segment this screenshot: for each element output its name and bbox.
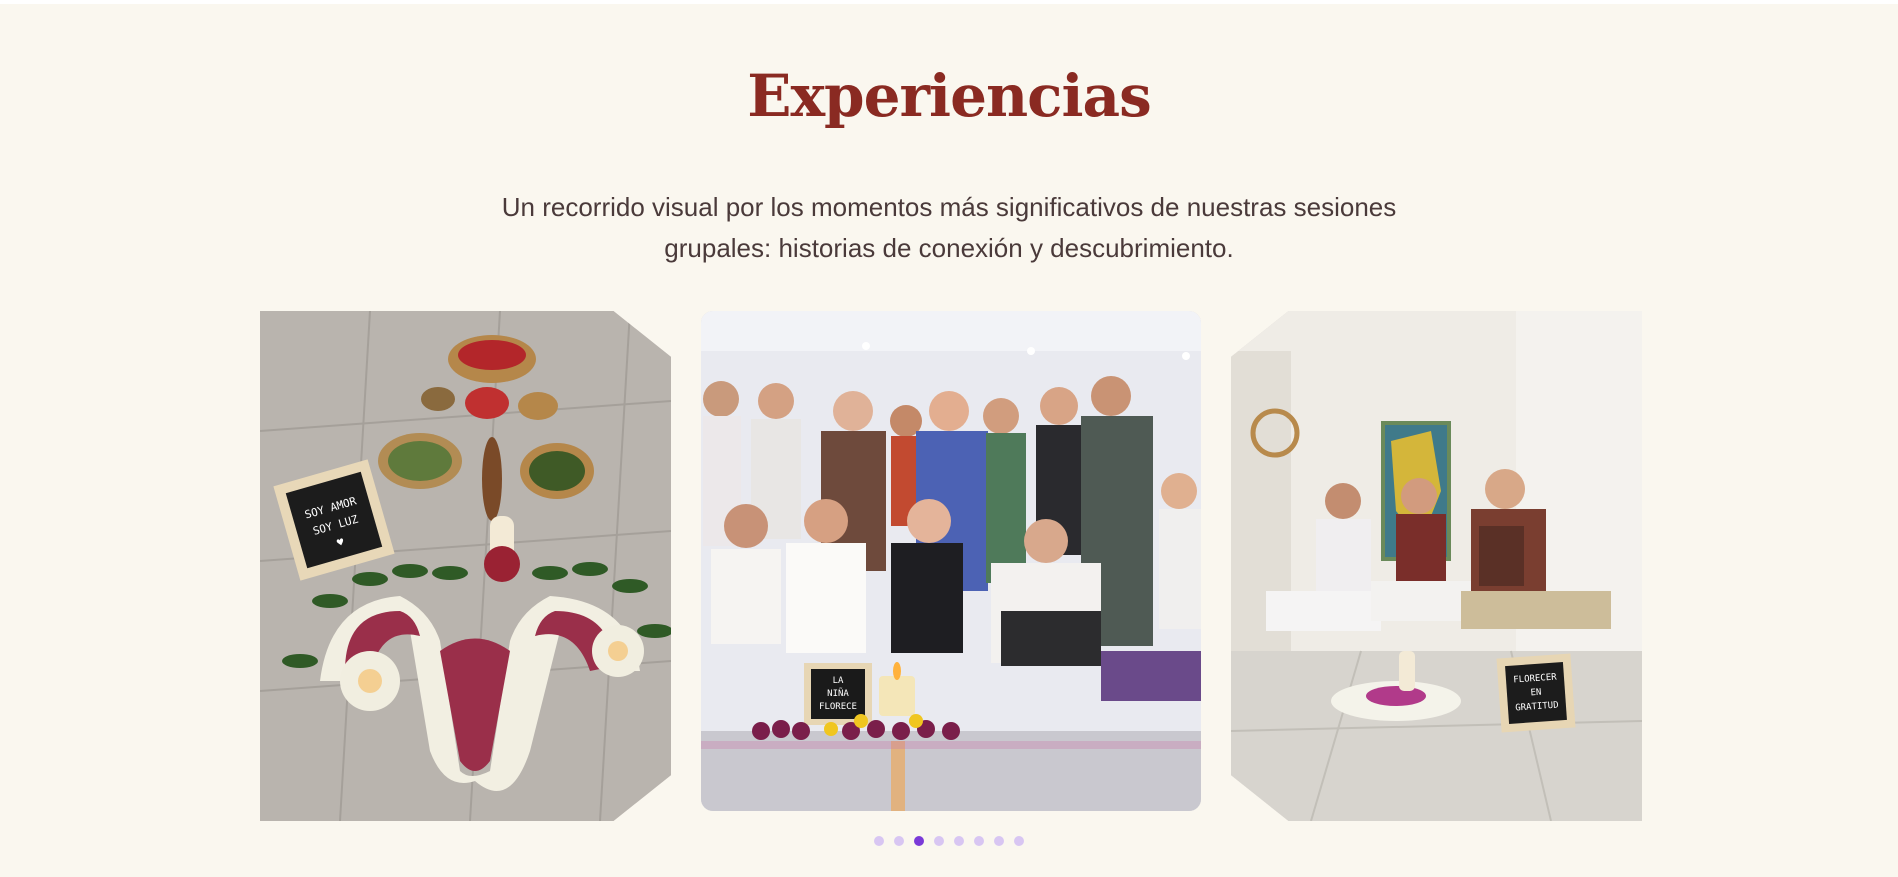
carousel-dot[interactable] [914,836,924,846]
carousel-dot[interactable] [934,836,944,846]
group-photo: LA NIÑA FLORECE [701,311,1201,811]
carousel-dot[interactable] [874,836,884,846]
carousel-dot[interactable] [1014,836,1024,846]
carousel-pagination [0,836,1898,846]
image-carousel[interactable]: SOY AMOR SOY LUZ ♥ LA NIÑA FLORECE FLORE… [0,311,1898,821]
section-subtitle: Un recorrido visual por los momentos más… [501,192,1397,263]
carousel-slide-next[interactable]: FLORECER EN GRATITUD [1231,311,1642,821]
carousel-dot[interactable] [894,836,904,846]
sign-line-2: EN [1530,688,1542,699]
carousel-dot[interactable] [974,836,984,846]
carousel-slide-prev[interactable]: SOY AMOR SOY LUZ ♥ [260,311,671,821]
flower-altar-photo: SOY AMOR SOY LUZ ♥ [260,311,671,821]
carousel-dot[interactable] [954,836,964,846]
section-title: Experiencias [747,62,1152,130]
sign-line-1: LA [833,676,844,686]
experiences-section: Experiencias Un recorrido visual por los… [0,4,1898,877]
carousel-slide-active[interactable]: LA NIÑA FLORECE [701,311,1201,811]
sign-line-2: NIÑA [827,688,849,699]
sign-line-3: FLORECE [819,702,857,712]
carousel-dot[interactable] [994,836,1004,846]
gratitude-circle-photo: FLORECER EN GRATITUD [1231,311,1642,821]
letter-board-sign: FLORECER EN GRATITUD [1496,653,1576,733]
